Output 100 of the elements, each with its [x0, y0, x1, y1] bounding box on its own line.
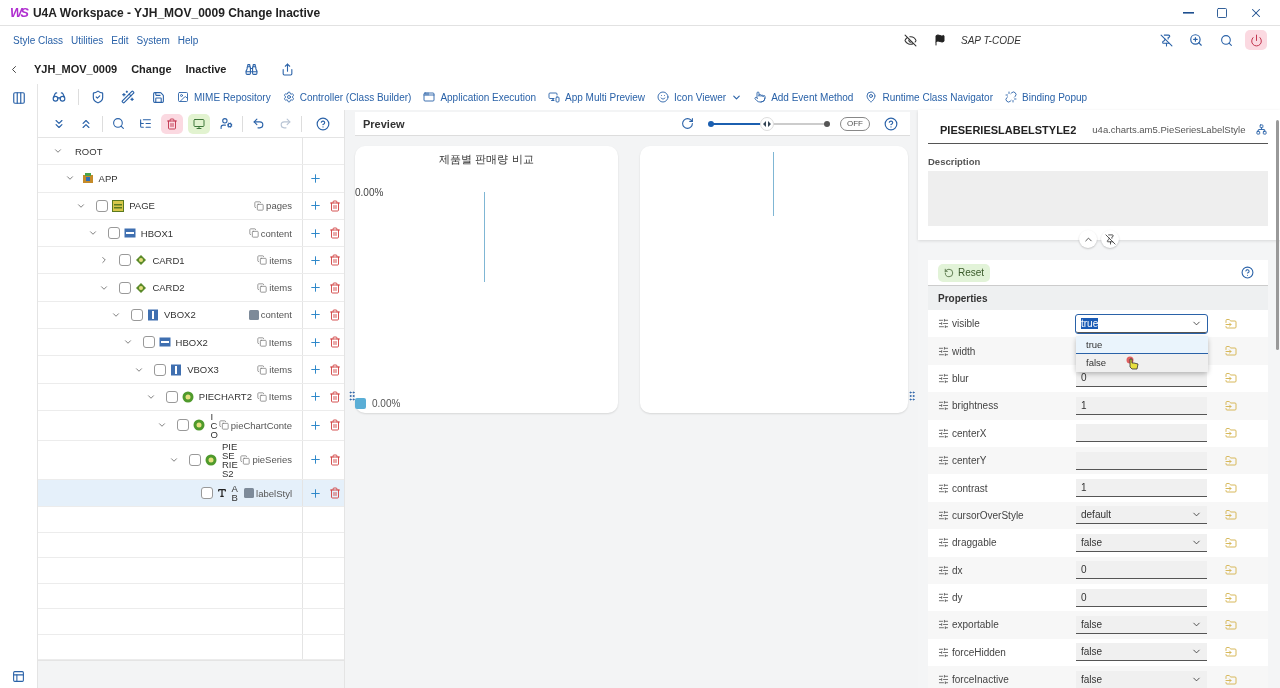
property-input[interactable] [1076, 424, 1207, 443]
property-name: width [952, 345, 976, 357]
checkbox[interactable] [119, 281, 132, 294]
checkbox[interactable] [200, 487, 213, 500]
tree-row[interactable]: ICO pieChartConte [38, 410, 344, 441]
toolbar-button[interactable]: Runtime Class Navigator [865, 86, 997, 108]
property-input[interactable]: 0 [1076, 561, 1207, 580]
reset-button[interactable]: Reset [938, 263, 991, 282]
trash-icon [329, 487, 341, 500]
tcode-field[interactable]: SAP T-CODE [959, 33, 1069, 47]
tree-row[interactable]: AB labelStyl [38, 479, 344, 508]
property-select[interactable]: false [1076, 533, 1207, 552]
monitor-button[interactable] [188, 113, 211, 134]
checkbox[interactable] [154, 363, 167, 376]
plus-icon [308, 486, 322, 500]
checkbox[interactable] [96, 199, 109, 212]
tree-row[interactable]: HBOX1 content [38, 219, 344, 248]
property-select[interactable]: false [1076, 643, 1207, 662]
tree-row[interactable]: VBOX2 content [38, 301, 344, 330]
pointer-icon [754, 91, 767, 103]
pin-off-icon [1104, 233, 1116, 245]
zoom-slider[interactable] [708, 116, 830, 131]
property-input[interactable]: 1 [1076, 479, 1207, 498]
folder-icon[interactable] [1225, 591, 1237, 604]
property-input[interactable]: 1 [1076, 396, 1207, 415]
node-name: AB [231, 483, 239, 504]
property-name: centerX [952, 427, 987, 439]
property-name: dx [952, 564, 963, 576]
folder-icon[interactable] [1225, 427, 1237, 440]
property-icon [938, 455, 949, 467]
toolbar-button[interactable]: Add Event Method [754, 86, 858, 108]
tree-row[interactable]: CARD1 items [38, 247, 344, 275]
node-name: HBOX2 [175, 336, 209, 348]
checkbox[interactable] [189, 453, 201, 466]
checkbox[interactable] [131, 308, 143, 321]
aggregation-label: pieChartConte [230, 419, 292, 431]
trash-icon [329, 453, 341, 466]
tree-row[interactable]: APP [38, 165, 344, 193]
plus-icon [308, 418, 322, 432]
tree-row[interactable]: PAGE pages [38, 192, 344, 220]
property-select[interactable]: default [1076, 506, 1207, 525]
folder-icon[interactable] [1225, 646, 1237, 659]
tree-row[interactable]: VBOX3 items [38, 356, 344, 384]
property-name: blur [952, 372, 969, 384]
property-select[interactable]: true [1076, 314, 1207, 333]
property-name: exportable [952, 619, 999, 631]
tree-row[interactable]: CARD2 items [38, 274, 344, 302]
power-button[interactable] [1245, 30, 1267, 50]
tree-row[interactable]: PIECHART2 Items [38, 383, 344, 411]
property-name: dy [952, 592, 963, 604]
delete-button[interactable] [161, 113, 184, 134]
tree-row[interactable]: PIESERIES2 pieSeries [38, 440, 344, 480]
toolbar-button[interactable]: Icon Viewer [657, 86, 747, 108]
image-icon [177, 91, 189, 103]
property-name: centerY [952, 455, 987, 467]
menu-item[interactable]: Style Class [13, 34, 63, 46]
folder-icon[interactable] [1225, 317, 1237, 330]
menu-item[interactable]: Edit [111, 34, 129, 46]
tree-row[interactable]: ROOT [38, 138, 344, 166]
toolbar-button[interactable]: Application Execution [423, 86, 540, 108]
property-input[interactable] [1076, 451, 1207, 470]
menu-item[interactable]: Help [177, 34, 199, 46]
drag-handle-icon[interactable] [906, 390, 918, 402]
live-toggle[interactable]: OFF [840, 116, 870, 131]
aggregation-label: pieSeries [252, 454, 292, 466]
toolbar-button[interactable]: App Multi Preview [548, 86, 650, 108]
node-name: HBOX1 [140, 227, 174, 239]
checkbox[interactable] [142, 336, 155, 349]
legend-swatch [355, 398, 366, 409]
toolbar-button[interactable]: Binding Popup [1005, 86, 1092, 108]
app-logo: WS [10, 5, 27, 20]
checkbox[interactable] [165, 390, 178, 403]
dropdown-option[interactable]: true [1076, 335, 1208, 354]
tree-row[interactable]: HBOX2 Items [38, 329, 344, 357]
aggregation-label: items [269, 282, 292, 294]
toolbar-button[interactable]: MIME Repository [177, 86, 275, 108]
property-icon [938, 509, 949, 521]
folder-icon[interactable] [1225, 536, 1237, 549]
menu-item[interactable]: Utilities [71, 34, 104, 46]
property-name: forceInactive [952, 674, 1009, 686]
toolbar-button[interactable]: Controller (Class Builder) [282, 86, 416, 108]
menu-item[interactable]: System [136, 34, 170, 46]
checkbox[interactable] [177, 419, 190, 432]
unpin-button[interactable] [1101, 230, 1119, 248]
folder-icon[interactable] [1225, 372, 1237, 385]
property-select[interactable]: false [1076, 616, 1207, 634]
property-select[interactable]: false [1076, 670, 1207, 688]
folder-icon[interactable] [1225, 482, 1237, 495]
checkbox[interactable] [107, 227, 120, 240]
property-icon [938, 427, 949, 439]
checkbox[interactable] [119, 254, 132, 267]
app-id: YJH_MOV_0009 [34, 63, 118, 75]
drag-handle-icon[interactable] [346, 390, 358, 402]
devices-icon [548, 91, 560, 103]
property-input[interactable]: 0 [1076, 588, 1207, 607]
trash-icon [329, 199, 341, 212]
slider-thumb[interactable] [759, 116, 774, 131]
smiley-icon [657, 91, 670, 103]
plus-icon [308, 453, 322, 467]
description-label: Description [928, 156, 982, 167]
